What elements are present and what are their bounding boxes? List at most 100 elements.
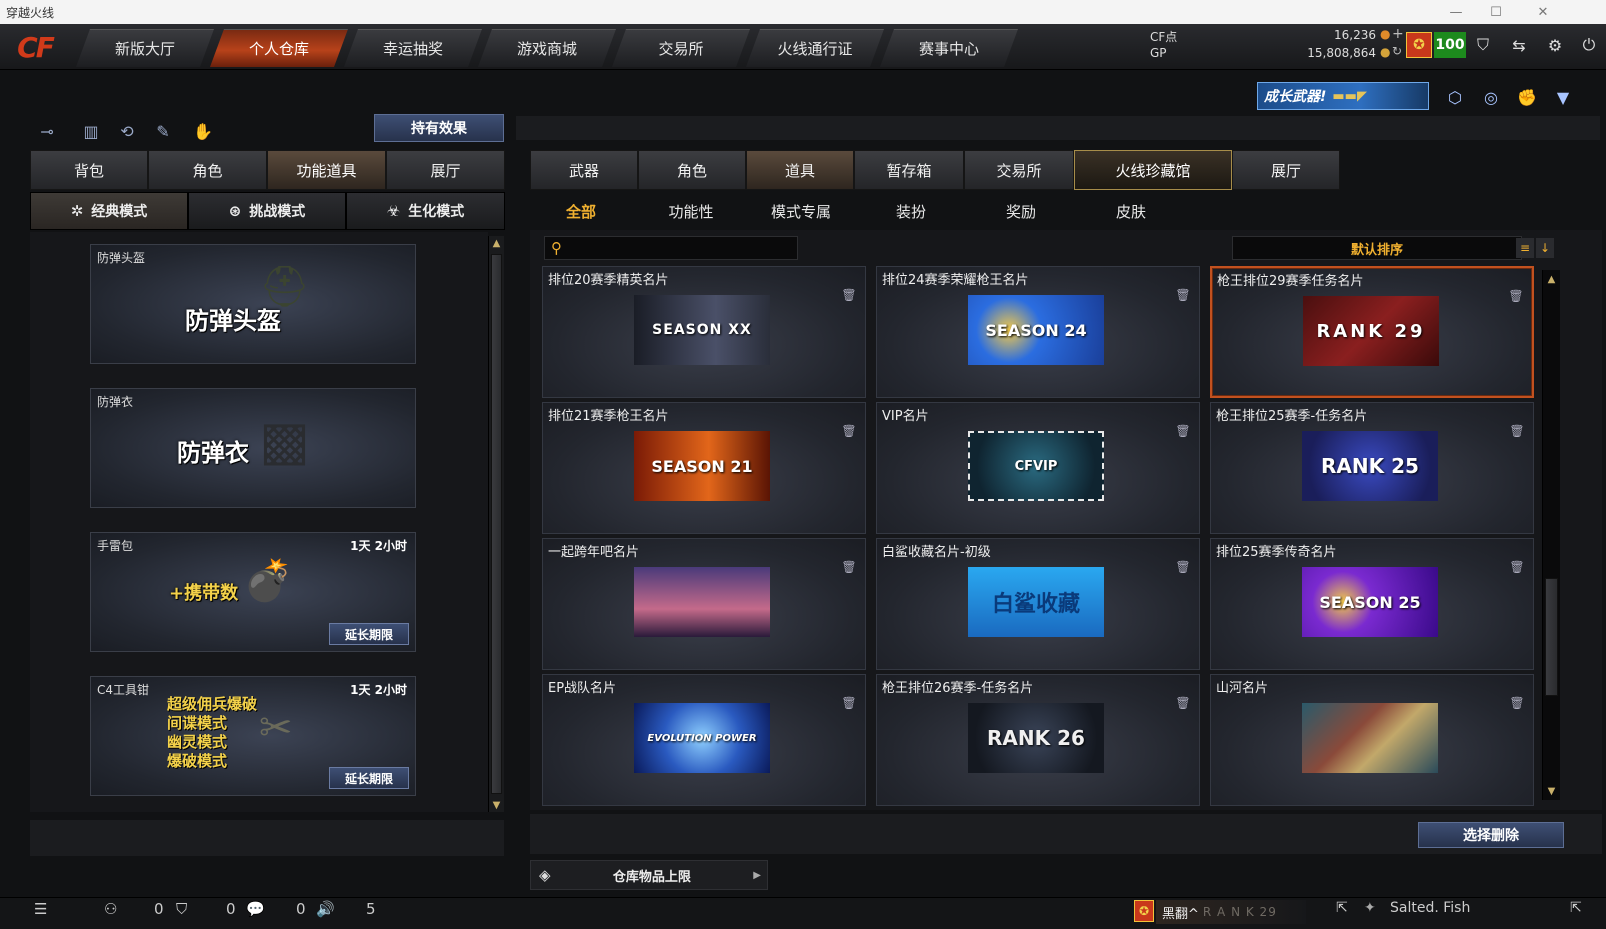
mode-zombie[interactable]: ☣ 生化模式 xyxy=(346,192,505,230)
glove-icon[interactable]: ✋ xyxy=(190,118,216,144)
shield-icon[interactable]: ⛉ xyxy=(1470,32,1496,58)
left-scrollbar[interactable]: ▲ ▼ xyxy=(488,236,504,812)
tab-right-showroom[interactable]: 展厅 xyxy=(1232,150,1340,190)
extend-button[interactable]: 延长期限 xyxy=(329,623,409,645)
item-card[interactable]: EP战队名片 🗑 EVOLUTION POWER xyxy=(542,674,866,806)
expand-icon[interactable]: ⇱ xyxy=(1336,900,1348,916)
item-card[interactable]: 白鲨收藏名片-初级 🗑 白鲨收藏 xyxy=(876,538,1200,670)
v-badge-icon[interactable]: ▼ xyxy=(1550,84,1576,110)
scroll-down-icon[interactable]: ▼ xyxy=(489,798,504,812)
select-delete-button[interactable]: 选择删除 xyxy=(1418,822,1564,848)
scroll-thumb[interactable] xyxy=(491,254,502,794)
nav-tab-shop[interactable]: 游戏商城 xyxy=(478,29,616,67)
swap-icon[interactable]: ⇆ xyxy=(1506,32,1532,58)
nav-tab-events[interactable]: 赛事中心 xyxy=(880,29,1018,67)
trash-icon[interactable]: 🗑 xyxy=(1175,287,1191,303)
tab-roles[interactable]: 角色 xyxy=(638,150,746,190)
trash-icon[interactable]: 🗑 xyxy=(1509,695,1525,711)
trash-icon[interactable]: 🗑 xyxy=(841,559,857,575)
sort-dropdown[interactable]: 默认排序 xyxy=(1232,236,1522,260)
scroll-thumb[interactable] xyxy=(1545,578,1558,696)
filter-skin[interactable]: 皮肤 xyxy=(1076,196,1186,226)
tab-collection[interactable]: 火线珍藏馆 xyxy=(1074,150,1232,190)
globe-icon[interactable]: ◎ xyxy=(1478,84,1504,110)
chat-icon[interactable]: 💬 xyxy=(246,900,265,918)
item-card[interactable]: 一起跨年吧名片 🗑 xyxy=(542,538,866,670)
close-window-button[interactable]: ✕ xyxy=(1523,0,1563,24)
add-cf-points-button[interactable]: + xyxy=(1392,26,1404,42)
item-card[interactable]: 排位25赛季传奇名片 🗑 SEASON 25 xyxy=(1210,538,1534,670)
left-item-card[interactable]: 防弹头盔 ⛑ 防弹头盔 xyxy=(90,244,416,364)
recycle-icon[interactable]: ⟲ xyxy=(114,118,140,144)
trash-icon[interactable]: 🗑 xyxy=(841,695,857,711)
tab-function-items[interactable]: 功能道具 xyxy=(267,150,386,190)
refresh-icon[interactable]: ↻ xyxy=(1392,44,1402,58)
nav-tab-pass[interactable]: 火线通行证 xyxy=(746,29,884,67)
stats-icon[interactable]: ▥ xyxy=(78,118,104,144)
right-scrollbar[interactable]: ▲ ▼ xyxy=(1542,270,1560,800)
scroll-up-icon[interactable]: ▲ xyxy=(1543,272,1560,286)
search-input[interactable] xyxy=(568,240,797,256)
tab-storage[interactable]: 暂存箱 xyxy=(854,150,964,190)
sort-order-icon[interactable]: ↓ xyxy=(1536,238,1554,258)
list-view-icon[interactable]: ≡ xyxy=(1516,238,1534,258)
item-card[interactable]: VIP名片 🗑 CFVIP xyxy=(876,402,1200,534)
trash-icon[interactable]: 🗑 xyxy=(841,287,857,303)
bear-icon[interactable]: ⚇ xyxy=(104,900,117,918)
item-card[interactable]: 排位24赛季荣耀枪王名片 🗑 SEASON 24 xyxy=(876,266,1200,398)
item-card[interactable]: 枪王排位26赛季-任务名片 🗑 RANK 26 xyxy=(876,674,1200,806)
power-icon[interactable]: ⏻ xyxy=(1576,32,1602,58)
extend-button[interactable]: 延长期限 xyxy=(329,767,409,789)
storage-limit-bar[interactable]: ◈ 仓库物品上限 ▶ xyxy=(530,860,768,890)
repair-icon[interactable]: ✎ xyxy=(150,118,176,144)
clan-shield-icon[interactable]: ⛉ xyxy=(176,900,187,918)
nav-tab-warehouse[interactable]: 个人仓库 xyxy=(210,29,348,67)
popout-icon[interactable]: ⇱ xyxy=(1570,900,1582,916)
tab-exchange[interactable]: 交易所 xyxy=(964,150,1074,190)
search-box[interactable]: ⚲ xyxy=(544,236,798,260)
effects-button[interactable]: 持有效果 xyxy=(374,114,504,142)
mode-challenge[interactable]: ⊛ 挑战模式 xyxy=(188,192,346,230)
player-card[interactable]: 黑翻^ R A N K 29 xyxy=(1156,900,1306,924)
tab-items[interactable]: 道具 xyxy=(746,150,854,190)
filter-all[interactable]: 全部 xyxy=(526,196,636,226)
minimize-button[interactable]: — xyxy=(1436,0,1476,24)
nav-tab-lobby[interactable]: 新版大厅 xyxy=(76,29,214,67)
item-card[interactable]: 枪王排位29赛季任务名片 🗑 RANK 29 xyxy=(1210,266,1534,398)
maximize-button[interactable]: ☐ xyxy=(1476,0,1516,24)
nav-tab-exchange[interactable]: 交易所 xyxy=(612,29,750,67)
scroll-up-icon[interactable]: ▲ xyxy=(489,236,504,250)
filter-costume[interactable]: 装扮 xyxy=(856,196,966,226)
mode-classic[interactable]: ✲ 经典模式 xyxy=(30,192,188,230)
left-item-card[interactable]: C4工具钳 1天 2小时 ✂ 超级佣兵爆破 间谍模式 幽灵模式 爆破模式 延长期… xyxy=(90,676,416,796)
trash-icon[interactable]: 🗑 xyxy=(1175,695,1191,711)
item-card[interactable]: 排位21赛季枪王名片 🗑 SEASON 21 xyxy=(542,402,866,534)
trash-icon[interactable]: 🗑 xyxy=(1175,423,1191,439)
growth-weapon-banner[interactable]: 成长武器! ▬▬◤ xyxy=(1257,82,1429,110)
filter-functional[interactable]: 功能性 xyxy=(636,196,746,226)
filter-reward[interactable]: 奖励 xyxy=(966,196,1076,226)
key-icon[interactable]: ⊸ xyxy=(34,118,60,144)
trash-icon[interactable]: 🗑 xyxy=(841,423,857,439)
nav-tab-lottery[interactable]: 幸运抽奖 xyxy=(344,29,482,67)
tab-character[interactable]: 角色 xyxy=(148,150,267,190)
left-item-card[interactable]: 防弹衣 ▩ 防弹衣 xyxy=(90,388,416,508)
tab-showroom[interactable]: 展厅 xyxy=(386,150,505,190)
trash-icon[interactable]: 🗑 xyxy=(1508,288,1524,304)
tab-backpack[interactable]: 背包 xyxy=(30,150,148,190)
speaker-icon[interactable]: 🔊 xyxy=(316,900,335,918)
rank-badge-icon[interactable]: ✪ xyxy=(1406,32,1432,58)
trash-icon[interactable]: 🗑 xyxy=(1175,559,1191,575)
emblem-icon[interactable]: ⬡ xyxy=(1442,84,1468,110)
item-card[interactable]: 排位20赛季精英名片 🗑 SEASON XX xyxy=(542,266,866,398)
item-card[interactable]: 山河名片 🗑 xyxy=(1210,674,1534,806)
tab-weapons[interactable]: 武器 xyxy=(530,150,638,190)
trash-icon[interactable]: 🗑 xyxy=(1509,423,1525,439)
trash-icon[interactable]: 🗑 xyxy=(1509,559,1525,575)
menu-list-icon[interactable]: ☰ xyxy=(34,900,47,918)
fist-icon[interactable]: ✊ xyxy=(1514,84,1540,110)
filter-mode[interactable]: 模式专属 xyxy=(746,196,856,226)
gear-icon[interactable]: ⚙ xyxy=(1542,32,1568,58)
scroll-down-icon[interactable]: ▼ xyxy=(1543,784,1560,798)
left-item-card[interactable]: 手雷包 1天 2小时 💣 +携带数 延长期限 xyxy=(90,532,416,652)
